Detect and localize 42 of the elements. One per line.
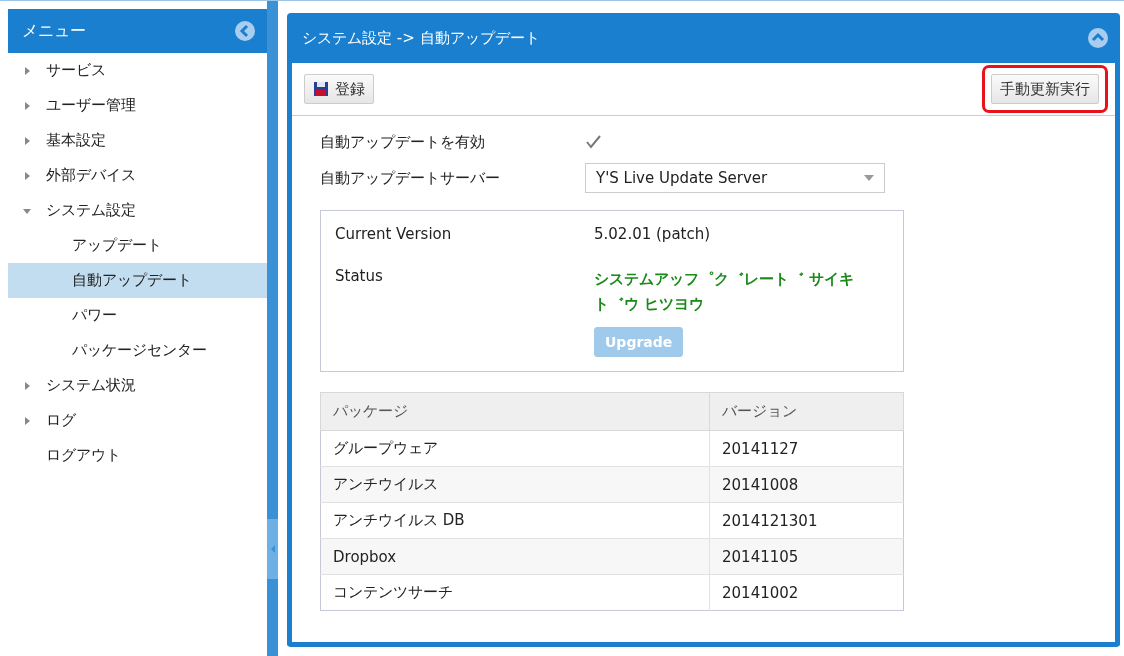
caret-right-icon[interactable] bbox=[22, 135, 32, 146]
info-label: Current Version bbox=[335, 225, 453, 243]
collapse-icon[interactable] bbox=[235, 21, 255, 41]
field-label: 自動アップデートを有効 bbox=[320, 132, 486, 152]
column-header: バージョン bbox=[709, 392, 904, 431]
sidebar-item[interactable]: 基本設定 bbox=[8, 123, 267, 158]
sidebar-item[interactable]: ログアウト bbox=[8, 438, 267, 473]
splitter-handle[interactable] bbox=[267, 519, 278, 579]
manual-update-button[interactable]: 手動更新実行 bbox=[991, 74, 1099, 104]
column-header: パッケージ bbox=[320, 392, 710, 431]
sidebar-item[interactable]: サービス bbox=[8, 53, 267, 88]
caret-down-icon bbox=[864, 175, 874, 181]
collapse-icon[interactable] bbox=[1088, 28, 1108, 48]
status-text: システムアッフ゜ク゛レート゛ サイキト゛ウ ヒツヨウ bbox=[594, 269, 856, 315]
save-button[interactable]: 登録 bbox=[304, 74, 374, 104]
server-dropdown[interactable]: Y'S Live Update Server bbox=[585, 163, 885, 193]
sidebar-title: メニュー bbox=[22, 20, 86, 42]
caret-right-icon[interactable] bbox=[22, 65, 32, 76]
table-cell: コンテンツサーチ bbox=[320, 574, 710, 611]
field-label: 自動アップデートサーバー bbox=[320, 168, 501, 188]
sidebar-item[interactable]: パッケージセンター bbox=[8, 333, 267, 368]
sidebar-item[interactable]: システム状況 bbox=[8, 368, 267, 403]
table-cell: 20141105 bbox=[709, 538, 904, 575]
table-cell: 20141002 bbox=[709, 574, 904, 611]
sidebar-item[interactable]: アップデート bbox=[8, 228, 267, 263]
sidebar-item[interactable]: 自動アップデート bbox=[8, 263, 267, 298]
table-cell: 20141008 bbox=[709, 466, 904, 503]
panel-title: システム設定 -> 自動アップデート bbox=[302, 28, 540, 48]
info-label: Status bbox=[335, 267, 384, 287]
caret-right-icon[interactable] bbox=[22, 380, 32, 391]
caret-right-icon[interactable] bbox=[22, 100, 32, 111]
table-cell: アンチウイルス bbox=[320, 466, 710, 503]
version-text: 5.02.01 (patch) bbox=[594, 225, 712, 243]
checkbox[interactable] bbox=[585, 134, 601, 150]
sidebar-item[interactable]: パワー bbox=[8, 298, 267, 333]
sidebar-item[interactable]: システム設定 bbox=[8, 193, 267, 228]
table-cell: Dropbox bbox=[320, 538, 710, 575]
caret-right-icon[interactable] bbox=[22, 415, 32, 426]
sidebar-item[interactable]: ユーザー管理 bbox=[8, 88, 267, 123]
sidebar-item[interactable]: 外部デバイス bbox=[8, 158, 267, 193]
caret-right-icon[interactable] bbox=[22, 170, 32, 181]
sidebar-item[interactable]: ログ bbox=[8, 403, 267, 438]
